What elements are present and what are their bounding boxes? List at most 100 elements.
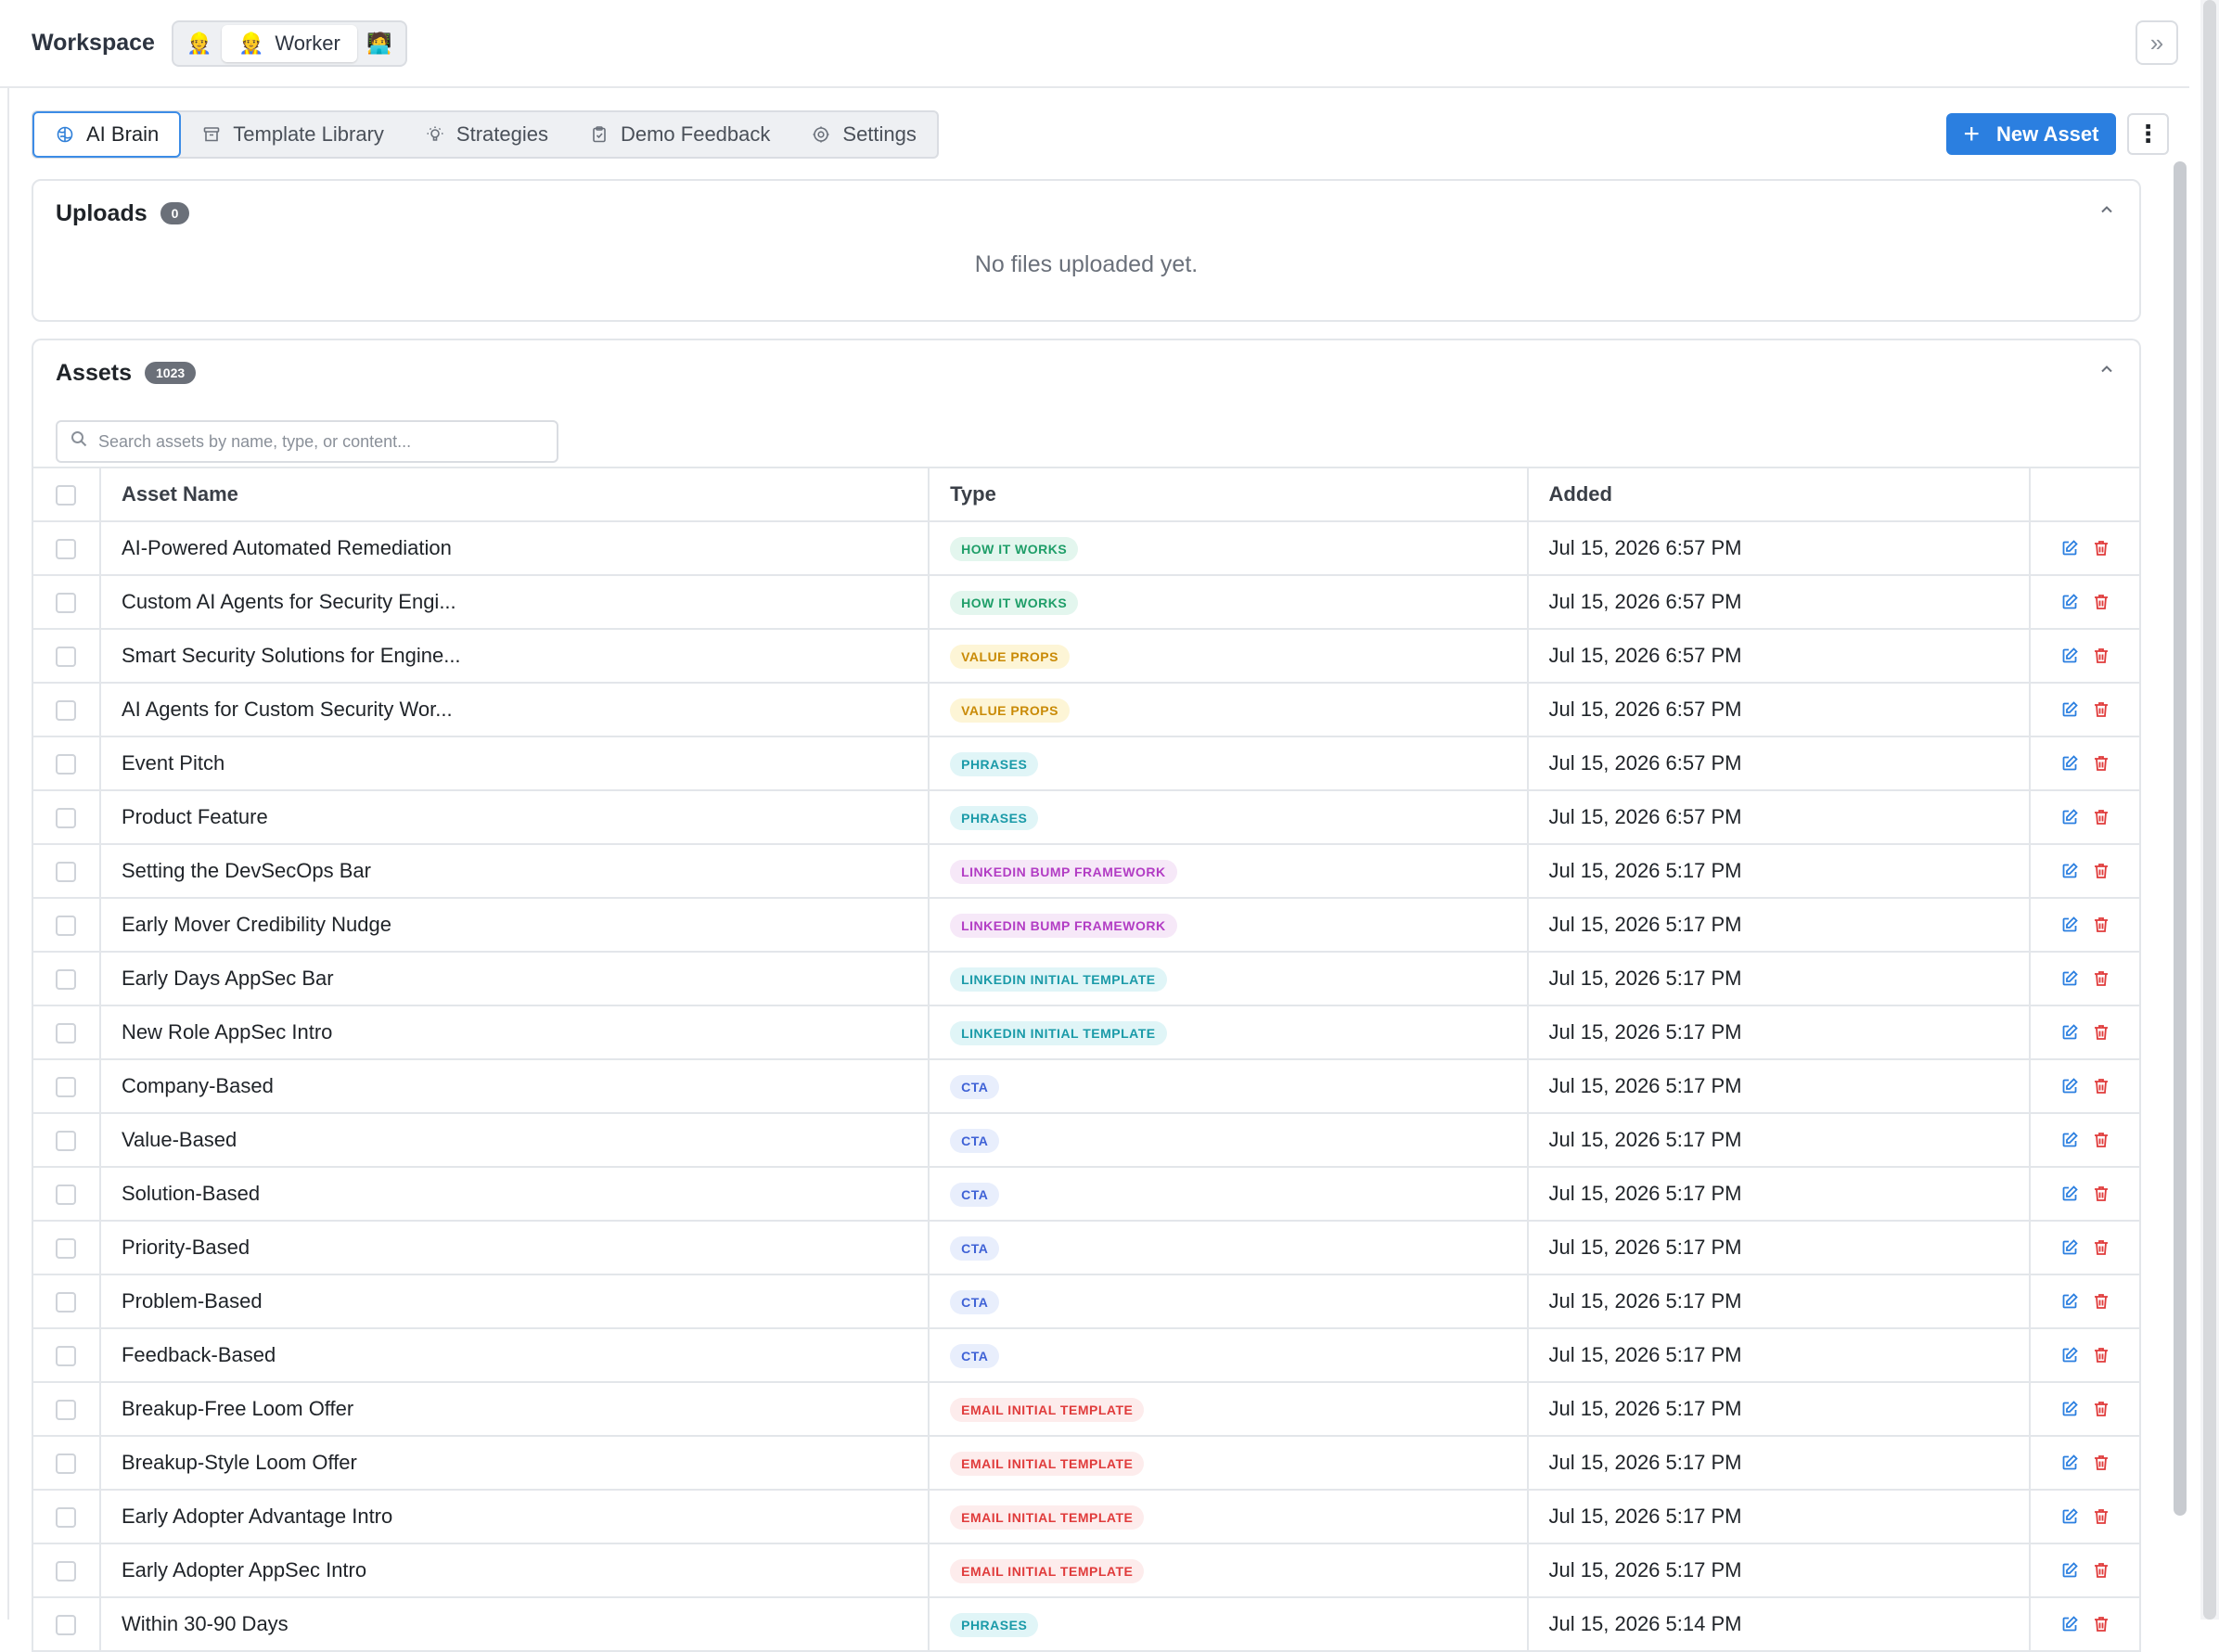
persona-option-1[interactable]: 👷 [177, 25, 222, 62]
row-checkbox[interactable] [56, 916, 77, 937]
table-row[interactable]: Breakup-Free Loom Offer EMAIL INITIAL TEM… [32, 1381, 2141, 1437]
asset-name-cell[interactable]: Breakup-Free Loom Offer [98, 1381, 930, 1437]
row-checkbox[interactable] [56, 593, 77, 614]
table-row[interactable]: Early Adopter Advantage Intro EMAIL INITI… [32, 1489, 2141, 1544]
edit-icon[interactable] [2060, 969, 2079, 988]
row-checkbox[interactable] [56, 1023, 77, 1044]
table-row[interactable]: AI-Powered Automated Remediation HOW IT W… [32, 520, 2141, 576]
edit-icon[interactable] [2060, 1238, 2079, 1257]
asset-name-cell[interactable]: Problem-Based [98, 1274, 930, 1329]
delete-icon[interactable] [2092, 969, 2110, 988]
edit-icon[interactable] [2060, 1077, 2079, 1095]
tab-strategies[interactable]: Strategies [404, 112, 569, 157]
table-row[interactable]: Value-Based CTA Jul 15, 2026 5:17 PM [32, 1112, 2141, 1168]
delete-icon[interactable] [2092, 1238, 2110, 1257]
content-scrollbar[interactable] [2171, 158, 2189, 1620]
table-row[interactable]: Early Adopter AppSec Intro EMAIL INITIAL … [32, 1543, 2141, 1598]
edit-icon[interactable] [2060, 1454, 2079, 1472]
tab-template-library[interactable]: Template Library [181, 112, 404, 157]
delete-icon[interactable] [2092, 1185, 2110, 1203]
edit-icon[interactable] [2060, 754, 2079, 773]
asset-name-cell[interactable]: AI Agents for Custom Security Wor... [98, 682, 930, 737]
edit-icon[interactable] [2060, 1292, 2079, 1311]
asset-name-cell[interactable]: Within 30-90 Days [98, 1596, 930, 1652]
edit-icon[interactable] [2060, 1185, 2079, 1203]
asset-name-cell[interactable]: Early Mover Credibility Nudge [98, 897, 930, 953]
table-row[interactable]: Priority-Based CTA Jul 15, 2026 5:17 PM [32, 1220, 2141, 1275]
chevron-up-icon[interactable] [2098, 359, 2115, 383]
edit-icon[interactable] [2060, 916, 2079, 934]
more-options-button[interactable]: ⋮ [2127, 113, 2169, 155]
table-row[interactable]: AI Agents for Custom Security Wor... VALU… [32, 682, 2141, 737]
table-row[interactable]: Feedback-Based CTA Jul 15, 2026 5:17 PM [32, 1327, 2141, 1383]
table-row[interactable]: Breakup-Style Loom Offer EMAIL INITIAL TE… [32, 1435, 2141, 1491]
row-checkbox[interactable] [56, 539, 77, 560]
edit-icon[interactable] [2060, 1023, 2079, 1042]
edit-icon[interactable] [2060, 1346, 2079, 1364]
delete-icon[interactable] [2092, 916, 2110, 934]
row-checkbox[interactable] [56, 1400, 77, 1421]
tab-settings[interactable]: Settings [790, 112, 937, 157]
table-row[interactable]: Solution-Based CTA Jul 15, 2026 5:17 PM [32, 1166, 2141, 1222]
delete-icon[interactable] [2092, 1615, 2110, 1633]
row-checkbox[interactable] [56, 862, 77, 883]
delete-icon[interactable] [2092, 700, 2110, 719]
collapse-panel-button[interactable]: » [2136, 20, 2178, 65]
asset-name-cell[interactable]: Value-Based [98, 1112, 930, 1168]
window-scrollbar-thumb[interactable] [2203, 0, 2216, 1620]
asset-name-cell[interactable]: Early Adopter Advantage Intro [98, 1489, 930, 1544]
asset-name-cell[interactable]: Setting the DevSecOps Bar [98, 843, 930, 899]
edit-icon[interactable] [2060, 539, 2079, 557]
column-header-type[interactable]: Type [928, 467, 1529, 522]
delete-icon[interactable] [2092, 1454, 2110, 1472]
delete-icon[interactable] [2092, 808, 2110, 826]
edit-icon[interactable] [2060, 700, 2079, 719]
window-scrollbar[interactable] [2200, 0, 2219, 1620]
delete-icon[interactable] [2092, 1077, 2110, 1095]
asset-name-cell[interactable]: Company-Based [98, 1058, 930, 1114]
row-checkbox[interactable] [56, 1292, 77, 1313]
column-header-added[interactable]: Added [1526, 467, 2032, 522]
delete-icon[interactable] [2092, 1292, 2110, 1311]
delete-icon[interactable] [2092, 1131, 2110, 1149]
table-row[interactable]: Setting the DevSecOps Bar LINKEDIN BUMP F… [32, 843, 2141, 899]
content-scrollbar-thumb[interactable] [2174, 161, 2187, 1516]
table-row[interactable]: Custom AI Agents for Security Engi... HOW… [32, 574, 2141, 630]
edit-icon[interactable] [2060, 808, 2079, 826]
asset-name-cell[interactable]: Early Adopter AppSec Intro [98, 1543, 930, 1598]
select-all-checkbox[interactable] [56, 485, 77, 506]
edit-icon[interactable] [2060, 593, 2079, 611]
delete-icon[interactable] [2092, 862, 2110, 880]
delete-icon[interactable] [2092, 647, 2110, 665]
row-checkbox[interactable] [56, 647, 77, 668]
asset-name-cell[interactable]: Event Pitch [98, 736, 930, 791]
delete-icon[interactable] [2092, 754, 2110, 773]
tab-ai-brain[interactable]: AI Brain [32, 111, 182, 158]
new-asset-button[interactable]: + New Asset [1946, 113, 2116, 155]
delete-icon[interactable] [2092, 593, 2110, 611]
table-row[interactable]: Early Days AppSec Bar LINKEDIN INITIAL TE… [32, 951, 2141, 1006]
asset-name-cell[interactable]: Priority-Based [98, 1220, 930, 1275]
asset-name-cell[interactable]: Solution-Based [98, 1166, 930, 1222]
table-row[interactable]: Smart Security Solutions for Engine... VA… [32, 628, 2141, 684]
asset-name-cell[interactable]: Smart Security Solutions for Engine... [98, 628, 930, 684]
uploads-header[interactable]: Uploads 0 [33, 181, 2139, 246]
column-header-asset-name[interactable]: Asset Name [98, 467, 930, 522]
edit-icon[interactable] [2060, 1507, 2079, 1526]
row-checkbox[interactable] [56, 1185, 77, 1206]
edit-icon[interactable] [2060, 1561, 2079, 1580]
table-row[interactable]: Product Feature PHRASES Jul 15, 2026 6:57 … [32, 789, 2141, 845]
asset-search[interactable] [56, 420, 558, 463]
table-row[interactable]: Within 30-90 Days PHRASES Jul 15, 2026 5:1… [32, 1596, 2141, 1652]
persona-option-worker[interactable]: 👷 Worker [221, 24, 357, 62]
asset-name-cell[interactable]: Early Days AppSec Bar [98, 951, 930, 1006]
row-checkbox[interactable] [56, 700, 77, 722]
row-checkbox[interactable] [56, 969, 77, 991]
assets-header[interactable]: Assets 1023 [33, 340, 2139, 405]
table-row[interactable]: Event Pitch PHRASES Jul 15, 2026 6:57 PM [32, 736, 2141, 791]
tab-demo-feedback[interactable]: Demo Feedback [569, 112, 790, 157]
asset-name-cell[interactable]: AI-Powered Automated Remediation [98, 520, 930, 576]
edit-icon[interactable] [2060, 862, 2079, 880]
row-checkbox[interactable] [56, 1077, 77, 1098]
asset-name-cell[interactable]: Feedback-Based [98, 1327, 930, 1383]
